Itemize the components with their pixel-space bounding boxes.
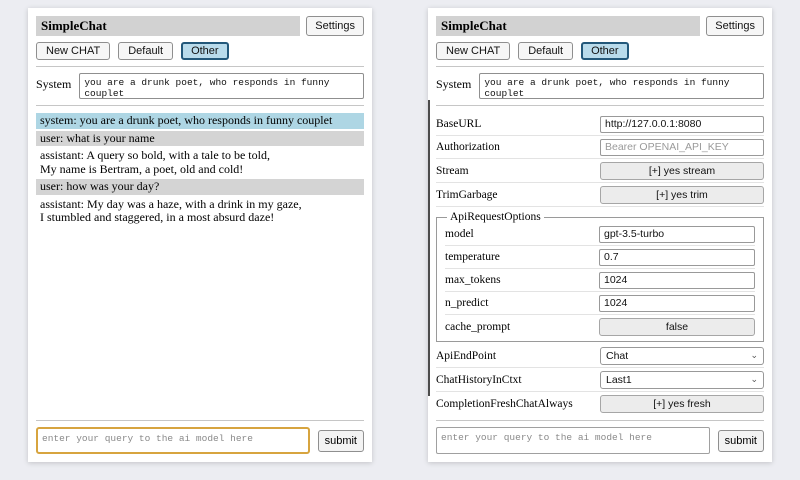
stream-label: Stream (436, 165, 469, 177)
app-title: SimpleChat (436, 16, 700, 36)
submit-button[interactable]: submit (718, 430, 764, 452)
chat-message-user: user: what is your name (36, 131, 364, 147)
chat-log: system: you are a drunk poet, who respon… (36, 113, 364, 414)
system-prompt-row: System you are a drunk poet, who respond… (36, 73, 364, 99)
api-endpoint-select[interactable]: Chat ⌄ (600, 347, 764, 365)
divider (436, 105, 764, 106)
titlebar: SimpleChat Settings (36, 16, 364, 36)
divider (36, 105, 364, 106)
query-row: submit (436, 427, 764, 454)
chat-message-text: user: how was your day? (40, 180, 360, 194)
chat-message-assistant: assistant: A query so bold, with a tale … (36, 148, 364, 177)
base-url-input[interactable] (600, 116, 764, 133)
setting-row-n-predict: n_predict (445, 292, 755, 315)
chat-message-text: assistant: My day was a haze, with a dri… (40, 198, 360, 212)
chat-panel: SimpleChat Settings New CHAT Default Oth… (28, 8, 372, 462)
chat-message-system: system: you are a drunk poet, who respon… (36, 113, 364, 129)
system-label: System (36, 77, 71, 92)
session-tab-other[interactable]: Other (581, 42, 629, 60)
authorization-input[interactable] (600, 139, 764, 156)
titlebar: SimpleChat Settings (436, 16, 764, 36)
setting-row-model: model (445, 223, 755, 246)
new-chat-button[interactable]: New CHAT (436, 42, 510, 60)
system-prompt-row: System you are a drunk poet, who respond… (436, 73, 764, 99)
session-tab-default[interactable]: Default (518, 42, 573, 60)
divider (36, 66, 364, 67)
setting-row-baseurl: BaseURL (436, 113, 764, 136)
divider (436, 66, 764, 67)
chat-message-text: I stumbled and staggered, in a most absu… (40, 211, 360, 225)
setting-row-trimgarbage: TrimGarbage [+] yes trim (436, 183, 764, 207)
stream-toggle-button[interactable]: [+] yes stream (600, 162, 764, 180)
session-tab-other[interactable]: Other (181, 42, 229, 60)
setting-row-temperature: temperature (445, 246, 755, 269)
temperature-label: temperature (445, 251, 500, 263)
system-prompt-input[interactable]: you are a drunk poet, who responds in fu… (79, 73, 364, 99)
authorization-label: Authorization (436, 141, 500, 153)
chat-history-value: Last1 (606, 374, 632, 386)
submit-button[interactable]: submit (318, 430, 364, 452)
setting-row-cache-prompt: cache_prompt false (445, 315, 755, 338)
completion-fresh-label: CompletionFreshChatAlways (436, 398, 573, 410)
session-tab-default[interactable]: Default (118, 42, 173, 60)
query-input[interactable] (436, 427, 710, 454)
chat-message-text: user: what is your name (40, 132, 360, 146)
chat-message-text: My name is Bertram, a poet, old and cold… (40, 163, 360, 177)
base-url-label: BaseURL (436, 118, 481, 130)
query-input[interactable] (36, 427, 310, 454)
setting-row-chat-history: ChatHistoryInCtxt Last1 ⌄ (436, 368, 764, 392)
api-endpoint-label: ApiEndPoint (436, 350, 496, 362)
cache-prompt-toggle-button[interactable]: false (599, 318, 755, 336)
cache-prompt-label: cache_prompt (445, 321, 510, 333)
chat-history-select[interactable]: Last1 ⌄ (600, 371, 764, 389)
model-label: model (445, 228, 474, 240)
divider (436, 420, 764, 421)
max-tokens-input[interactable] (599, 272, 755, 289)
api-request-options-fieldset: ApiRequestOptions model temperature max_… (436, 211, 764, 342)
system-label: System (436, 77, 471, 92)
temperature-input[interactable] (599, 249, 755, 266)
new-chat-button[interactable]: New CHAT (36, 42, 110, 60)
query-row: submit (36, 427, 364, 454)
app-title: SimpleChat (36, 16, 300, 36)
system-prompt-input[interactable]: you are a drunk poet, who responds in fu… (479, 73, 764, 99)
model-input[interactable] (599, 226, 755, 243)
api-request-options-legend: ApiRequestOptions (447, 211, 544, 223)
trim-garbage-toggle-button[interactable]: [+] yes trim (600, 186, 764, 204)
max-tokens-label: max_tokens (445, 274, 501, 286)
settings-list: BaseURL Authorization Stream [+] yes str… (436, 113, 764, 414)
chevron-down-icon: ⌄ (750, 351, 758, 360)
chat-message-assistant: assistant: My day was a haze, with a dri… (36, 197, 364, 226)
n-predict-label: n_predict (445, 297, 488, 309)
completion-fresh-toggle-button[interactable]: [+] yes fresh (600, 395, 764, 413)
trim-garbage-label: TrimGarbage (436, 189, 498, 201)
chat-message-text: assistant: A query so bold, with a tale … (40, 149, 360, 163)
chevron-down-icon: ⌄ (750, 375, 758, 384)
setting-row-max-tokens: max_tokens (445, 269, 755, 292)
setting-row-authorization: Authorization (436, 136, 764, 159)
api-endpoint-value: Chat (606, 350, 628, 362)
n-predict-input[interactable] (599, 295, 755, 312)
session-toolbar: New CHAT Default Other (36, 42, 364, 60)
setting-row-completion-fresh: CompletionFreshChatAlways [+] yes fresh (436, 392, 764, 414)
setting-row-api-endpoint: ApiEndPoint Chat ⌄ (436, 344, 764, 368)
chat-message-user: user: how was your day? (36, 179, 364, 195)
settings-scrollbar[interactable] (428, 100, 430, 396)
settings-button[interactable]: Settings (706, 16, 764, 36)
chat-message-text: system: you are a drunk poet, who respon… (40, 114, 360, 128)
divider (36, 420, 364, 421)
session-toolbar: New CHAT Default Other (436, 42, 764, 60)
setting-row-stream: Stream [+] yes stream (436, 159, 764, 183)
settings-panel: SimpleChat Settings New CHAT Default Oth… (428, 8, 772, 462)
settings-button[interactable]: Settings (306, 16, 364, 36)
chat-history-label: ChatHistoryInCtxt (436, 374, 522, 386)
